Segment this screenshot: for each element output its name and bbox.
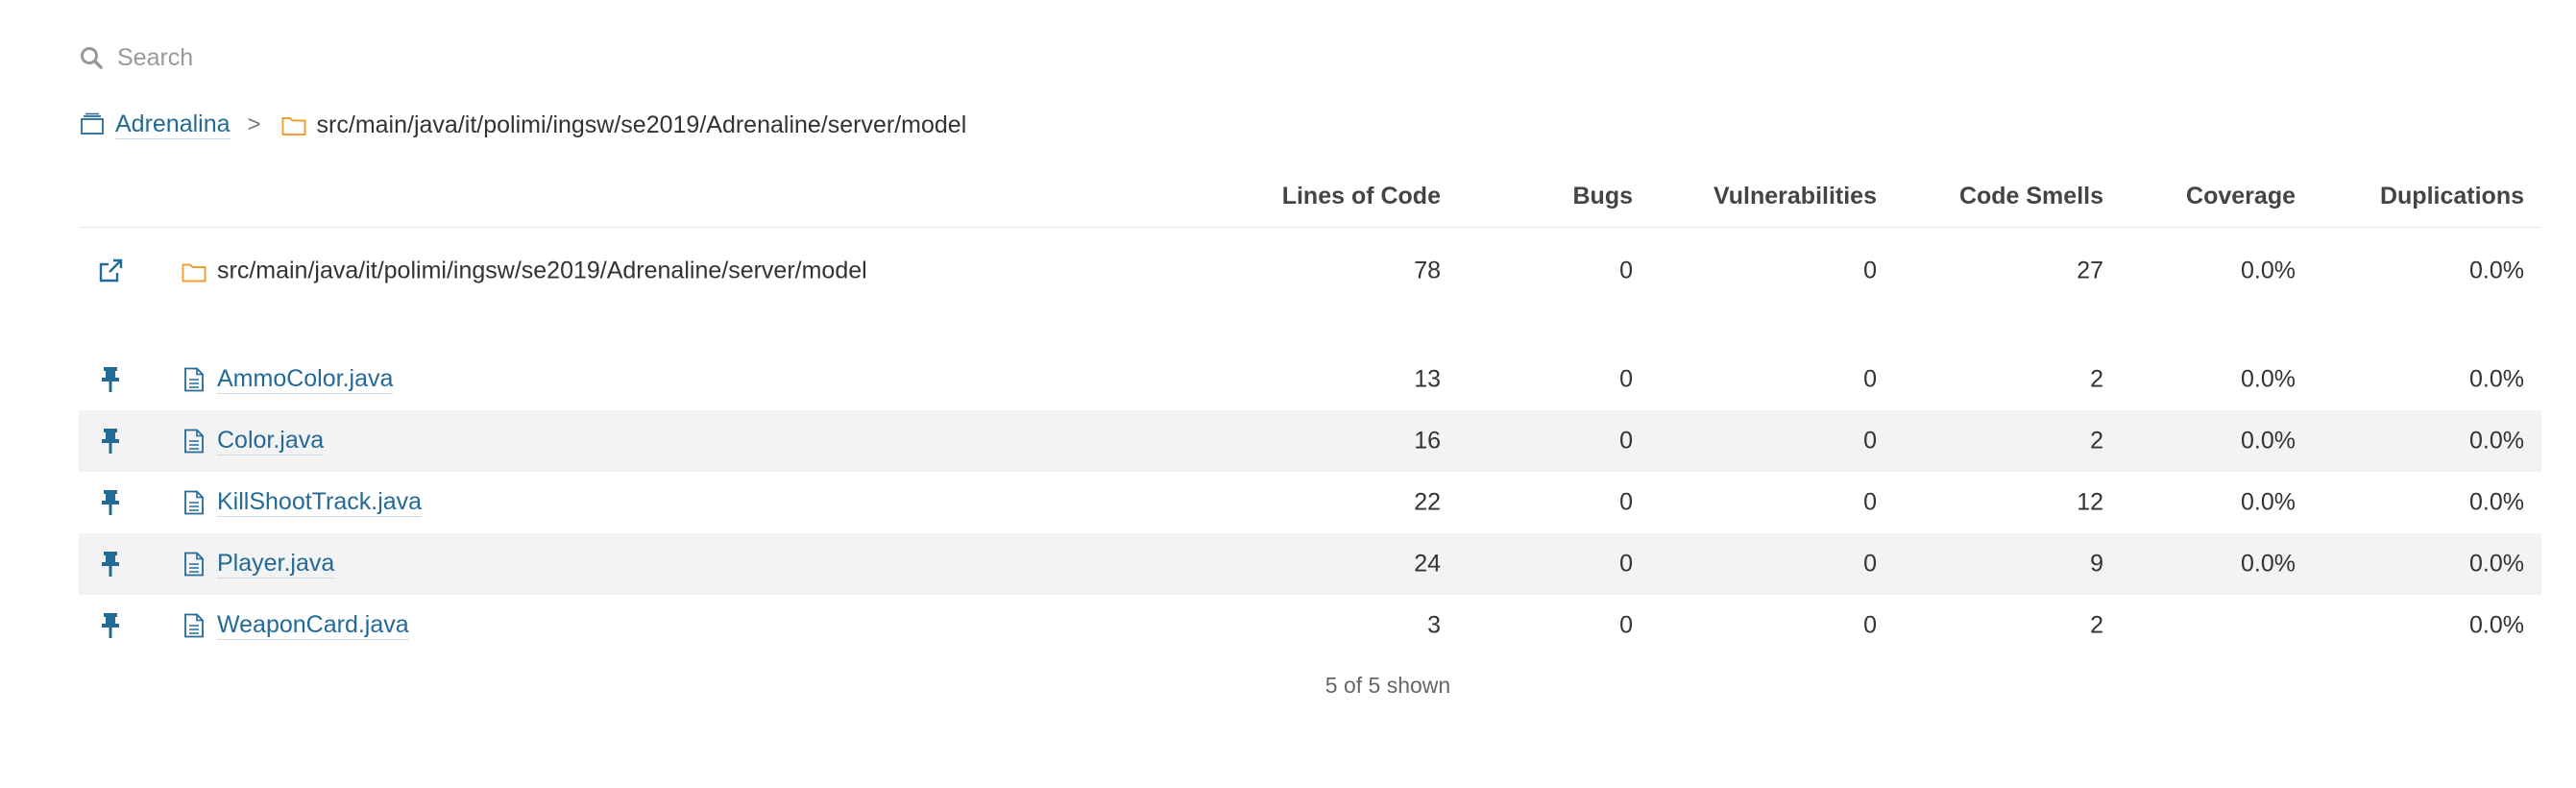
coverage-value[interactable]: 0.0%: [2241, 489, 2296, 517]
breadcrumb-current-path: src/main/java/it/polimi/ingsw/se2019/Adr…: [316, 111, 967, 138]
vulnerabilities-value[interactable]: 0: [1863, 428, 1877, 456]
file-icon: [181, 366, 207, 393]
search-icon: [81, 47, 103, 69]
table-header: Lines of Code Bugs Vulnerabilities Code …: [79, 171, 2541, 228]
bugs-value[interactable]: 0: [1619, 612, 1633, 640]
pin-icon[interactable]: [96, 611, 125, 640]
shown-count: 5 of 5 shown: [1324, 673, 1451, 698]
duplications-value[interactable]: 0.0%: [2469, 489, 2524, 517]
file-link[interactable]: KillShootTrack.java: [217, 488, 423, 517]
base-folder-name: src/main/java/it/polimi/ingsw/se2019/Adr…: [181, 258, 867, 285]
bugs-value[interactable]: 0: [1619, 551, 1633, 579]
lines-of-code-value: 78: [1414, 257, 1441, 284]
coverage-value[interactable]: 0.0%: [2241, 258, 2296, 285]
search-bar[interactable]: [79, 40, 695, 75]
folder-icon: [182, 263, 207, 282]
duplications-value[interactable]: 0.0%: [2469, 258, 2524, 285]
vulnerabilities-value[interactable]: 0: [1863, 612, 1877, 640]
table-row[interactable]: Color.java 16 0 0 2 0.0% 0.0%: [79, 410, 2541, 472]
duplications-value[interactable]: 0.0%: [2469, 612, 2524, 640]
code-smells-value[interactable]: 2: [2090, 612, 2103, 640]
column-header-duplications[interactable]: Duplications: [2380, 183, 2524, 210]
code-smells-value[interactable]: 2: [2090, 366, 2103, 394]
duplications-value[interactable]: 0.0%: [2469, 551, 2524, 579]
vulnerabilities-value[interactable]: 0: [1863, 551, 1877, 579]
vulnerabilities-value[interactable]: 0: [1863, 489, 1877, 517]
row-spacer: [79, 314, 2541, 349]
coverage-value[interactable]: 0.0%: [2241, 428, 2296, 456]
vulnerabilities-value[interactable]: 0: [1863, 366, 1877, 394]
file-link[interactable]: AmmoColor.java: [217, 365, 394, 394]
code-smells-value[interactable]: 27: [2077, 258, 2103, 285]
folder-icon: [281, 117, 306, 135]
file-link[interactable]: Player.java: [217, 550, 335, 579]
bugs-value[interactable]: 0: [1619, 366, 1633, 394]
bugs-value[interactable]: 0: [1619, 258, 1633, 285]
search-input[interactable]: [115, 42, 695, 73]
coverage-value[interactable]: 0.0%: [2241, 551, 2296, 579]
vulnerabilities-value[interactable]: 0: [1863, 258, 1877, 285]
column-header-bugs[interactable]: Bugs: [1573, 183, 1634, 210]
lines-of-code-value: 16: [1414, 427, 1441, 455]
project-icon: [81, 112, 104, 135]
file-name-cell: Player.java: [181, 550, 335, 579]
file-icon: [181, 489, 207, 516]
pin-icon[interactable]: [96, 427, 125, 456]
column-header-vulnerabilities[interactable]: Vulnerabilities: [1713, 183, 1877, 210]
table-row[interactable]: AmmoColor.java 13 0 0 2 0.0% 0.0%: [79, 349, 2541, 410]
table-row[interactable]: WeaponCard.java 3 0 0 2 0.0%: [79, 595, 2541, 656]
file-name-cell: KillShootTrack.java: [181, 488, 423, 517]
lines-of-code-value: 24: [1414, 550, 1441, 578]
breadcrumb-project-link[interactable]: Adrenalina: [115, 111, 231, 139]
table-row[interactable]: KillShootTrack.java 22 0 0 12 0.0% 0.0%: [79, 472, 2541, 533]
breadcrumb: Adrenalina > src/main/java/it/polimi/ing…: [79, 106, 966, 144]
duplications-value[interactable]: 0.0%: [2469, 428, 2524, 456]
pin-icon[interactable]: [96, 488, 125, 517]
file-link[interactable]: WeaponCard.java: [217, 611, 409, 640]
file-icon: [181, 551, 207, 578]
table-row[interactable]: Player.java 24 0 0 9 0.0% 0.0%: [79, 533, 2541, 595]
file-rows: AmmoColor.java 13 0 0 2 0.0% 0.0% Color.…: [79, 349, 2541, 656]
file-name-cell: AmmoColor.java: [181, 365, 394, 394]
code-smells-value[interactable]: 12: [2077, 489, 2103, 517]
file-link[interactable]: Color.java: [217, 427, 325, 456]
file-name-cell: Color.java: [181, 427, 325, 456]
lines-of-code-value: 22: [1414, 488, 1441, 516]
lines-of-code-value: 13: [1414, 365, 1441, 393]
pin-icon[interactable]: [96, 550, 125, 579]
measures-table: Lines of Code Bugs Vulnerabilities Code …: [79, 171, 2541, 656]
column-header-code-smells[interactable]: Code Smells: [1959, 183, 2103, 210]
file-icon: [181, 612, 207, 639]
column-header-lines-of-code[interactable]: Lines of Code: [1282, 183, 1441, 210]
coverage-value[interactable]: 0.0%: [2241, 366, 2296, 394]
code-smells-value[interactable]: 9: [2090, 551, 2103, 579]
breadcrumb-separator: >: [247, 111, 261, 137]
lines-of-code-value: 3: [1427, 611, 1441, 639]
column-header-coverage[interactable]: Coverage: [2186, 183, 2296, 210]
file-name-cell: WeaponCard.java: [181, 611, 409, 640]
base-folder-path: src/main/java/it/polimi/ingsw/se2019/Adr…: [217, 257, 867, 284]
external-link-icon[interactable]: [96, 257, 125, 285]
bugs-value[interactable]: 0: [1619, 489, 1633, 517]
bugs-value[interactable]: 0: [1619, 428, 1633, 456]
code-smells-value[interactable]: 2: [2090, 428, 2103, 456]
pin-icon[interactable]: [96, 365, 125, 394]
base-folder-row: src/main/java/it/polimi/ingsw/se2019/Adr…: [79, 228, 2541, 314]
duplications-value[interactable]: 0.0%: [2469, 366, 2524, 394]
file-icon: [181, 428, 207, 455]
